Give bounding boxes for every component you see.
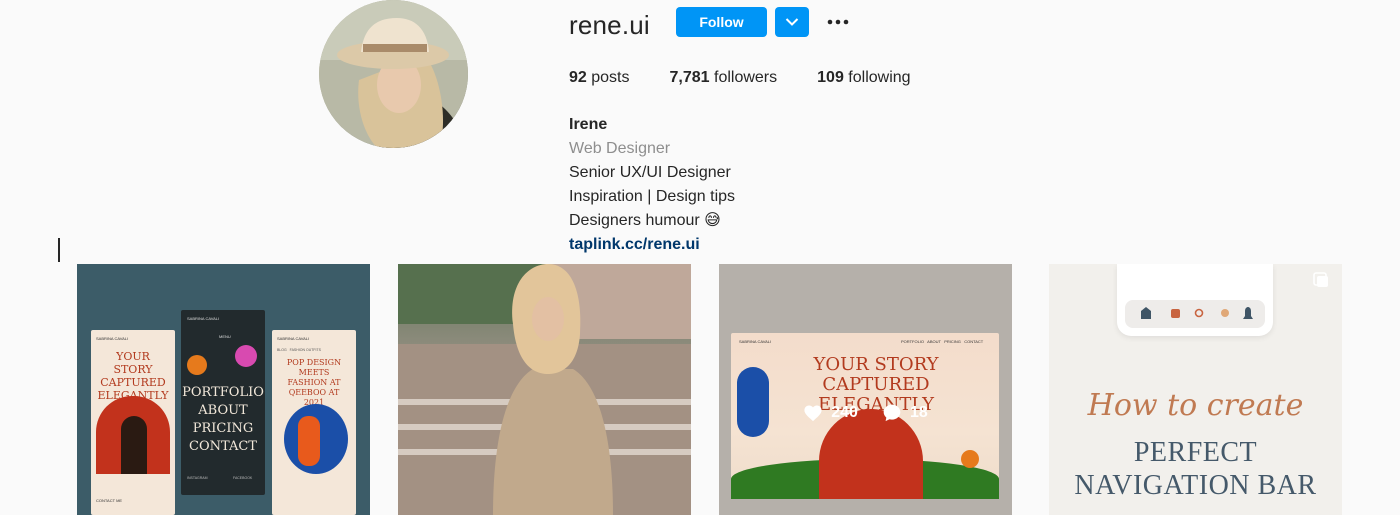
profile-avatar[interactable] xyxy=(319,0,468,148)
suggested-accounts-button[interactable] xyxy=(775,7,809,37)
mockup-headline: YOUR STORY CAPTURED ELEGANTLY xyxy=(98,350,169,402)
following-count: 109 xyxy=(817,69,844,86)
follow-button[interactable]: Follow xyxy=(676,7,767,37)
mockup-avatar xyxy=(187,355,207,375)
nav-bar-icons xyxy=(1141,307,1253,319)
carousel-icon xyxy=(1313,272,1328,287)
mockup-brand: SABRINA CAVALI xyxy=(277,336,310,341)
post-tile[interactable] xyxy=(398,264,691,515)
posts-count: 92 xyxy=(569,69,587,86)
bio-line: Senior UX/UI Designer xyxy=(569,164,731,181)
mockup-brand: SABRINA CAVALI xyxy=(187,316,220,321)
comment-icon xyxy=(883,404,901,422)
heart-icon xyxy=(804,405,822,422)
mockup-menu-item: CONTACT xyxy=(189,439,257,454)
post-title-line: NAVIGATION BAR xyxy=(1074,470,1317,501)
post-photo xyxy=(398,264,691,515)
mockup-figure xyxy=(121,416,147,474)
mockup-avatar xyxy=(235,345,257,367)
mockup-phone xyxy=(1117,264,1273,336)
mockup-dot xyxy=(961,450,979,468)
mockup-footer: FACEBOOK xyxy=(233,476,253,480)
comments-stat: 18 xyxy=(882,403,928,423)
chevron-down-icon xyxy=(785,18,799,26)
mockup-cta: CONTACT ME xyxy=(96,498,123,503)
profile-bio: Irene Web Designer Senior UX/UI Designer… xyxy=(569,113,735,257)
mockup-footer: INSTAGRAM xyxy=(187,476,208,480)
followers-count: 7,781 xyxy=(669,69,710,86)
post-title-line: PERFECT xyxy=(1133,437,1258,468)
mockup-card-dark: SABRINA CAVALI MENU PORTFOLIO ABOUT PRIC… xyxy=(181,310,265,495)
mockup-headline: POP DESIGN MEETS FASHION AT QEEBOO AT 20… xyxy=(286,358,342,407)
bio-link[interactable]: taplink.cc/rene.ui xyxy=(569,233,735,257)
more-options-button[interactable] xyxy=(826,8,850,36)
followers-stat[interactable]: 7,781 followers xyxy=(670,69,778,87)
post-script-title: How to create xyxy=(1087,388,1304,423)
bio-category: Web Designer xyxy=(569,140,671,157)
bio-line: Designers humour 😅 xyxy=(569,212,721,229)
mockup-nav: PORTFOLIO ABOUT PRICING CONTACT xyxy=(901,339,984,344)
mockup-card: SABRINA CAVALI YOUR STORY CAPTURED ELEGA… xyxy=(91,330,175,515)
following-stat[interactable]: 109 following xyxy=(817,69,910,87)
post-main-title: PERFECT NAVIGATION BAR xyxy=(1049,436,1342,502)
posts-stat: 92 posts xyxy=(569,69,630,87)
mockup-menu: MENU xyxy=(219,334,231,339)
bio-line: Inspiration | Design tips xyxy=(569,188,736,205)
post-tile[interactable]: SABRINA CAVALI YOUR STORY CAPTURED ELEGA… xyxy=(77,264,370,515)
more-options-icon xyxy=(827,19,849,25)
mockup-menu-item: PORTFOLIO xyxy=(182,385,264,400)
likes-stat: 240 xyxy=(803,404,858,422)
post-hover-stats: 240 18 xyxy=(719,403,1012,423)
mockup-brand: SABRINA CAVALI xyxy=(739,339,772,344)
mockup-figure xyxy=(298,416,320,466)
mockup-menu-item: ABOUT xyxy=(198,403,248,418)
profile-username: rene.ui xyxy=(569,10,650,40)
mockup-brand: SABRINA CAVALI xyxy=(96,336,129,341)
text-cursor xyxy=(58,238,60,262)
following-label: following xyxy=(848,69,911,86)
posts-label: posts xyxy=(591,69,630,86)
carousel-icon xyxy=(1313,272,1329,288)
mockup-menu-item: PRICING xyxy=(192,421,254,436)
bio-name: Irene xyxy=(569,116,608,133)
mockup-card: SABRINA CAVALI BLOG FASHION OUTFITS POP … xyxy=(272,330,356,515)
mockup-menu-items: PORTFOLIO ABOUT PRICING CONTACT xyxy=(181,384,265,456)
followers-label: followers xyxy=(714,69,778,86)
profile-stats: 92 posts 7,781 followers 109 following xyxy=(569,69,911,87)
mockup-nav-bar xyxy=(1125,300,1265,328)
post-tile[interactable]: SABRINA CAVALI PORTFOLIO ABOUT PRICING C… xyxy=(719,264,1012,515)
likes-count: 240 xyxy=(831,404,858,421)
mockup-tags: BLOG FASHION OUTFITS xyxy=(277,348,321,352)
mockup-image xyxy=(737,367,769,437)
comments-count: 18 xyxy=(909,404,928,421)
post-tile[interactable]: How to create PERFECT NAVIGATION BAR xyxy=(1049,264,1342,515)
